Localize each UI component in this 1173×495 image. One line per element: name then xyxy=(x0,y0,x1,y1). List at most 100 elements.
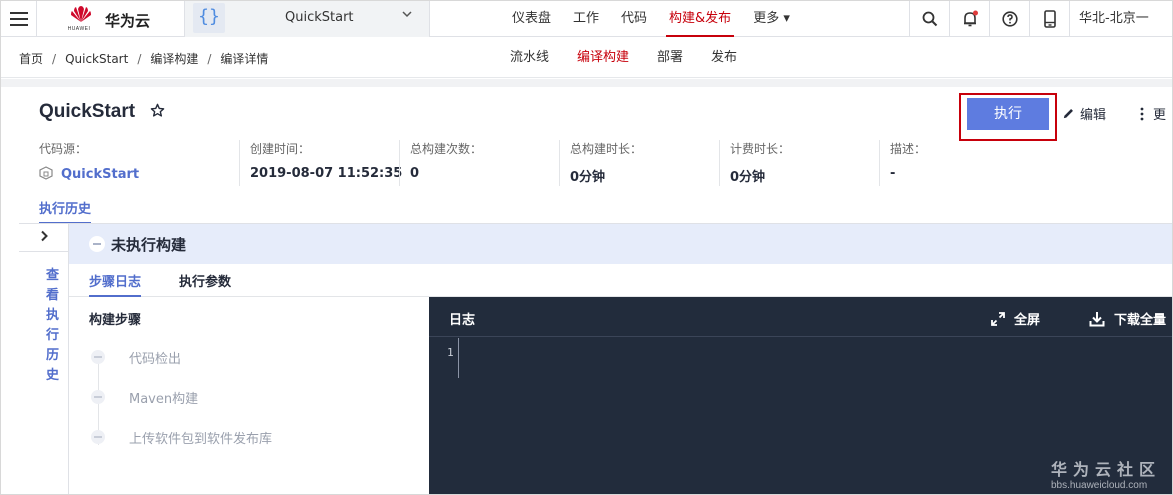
tab-step-log[interactable]: 步骤日志 xyxy=(89,271,142,297)
section-divider xyxy=(1,79,1172,87)
breadcrumb-project[interactable]: QuickStart xyxy=(65,52,128,66)
project-selector[interactable]: {} QuickStart xyxy=(184,1,430,37)
tab-release[interactable]: 发布 xyxy=(697,38,751,78)
region-selector[interactable]: 华北-北京一 xyxy=(1069,1,1172,37)
build-steps-panel: 构建步骤 代码检出 Maven构建 上传软件包到软件发布库 xyxy=(69,297,429,494)
breadcrumb-separator: / xyxy=(207,52,212,66)
build-status-title: 未执行构建 xyxy=(111,236,187,254)
download-icon xyxy=(1089,312,1105,327)
bell-icon[interactable] xyxy=(949,1,989,37)
tab-compile-build[interactable]: 编译构建 xyxy=(563,38,643,78)
menu-icon[interactable] xyxy=(1,1,37,37)
step-pending-icon xyxy=(91,390,105,404)
fullscreen-button[interactable]: 全屏 xyxy=(991,309,1040,328)
nav-code[interactable]: 代码 xyxy=(610,1,658,37)
meta-label: 总构建次数： xyxy=(410,142,483,156)
view-history-link[interactable]: 查看执行历史 xyxy=(46,266,60,386)
watermark-url: bbs.huaweicloud.com xyxy=(1051,480,1148,491)
mobile-icon[interactable] xyxy=(1029,1,1069,37)
app-frame: HUAWEI 华为云 {} QuickStart 仪表盘 工作 代码 构建&发布… xyxy=(0,0,1173,495)
watermark: 华为云社区 bbs.huaweicloud.com xyxy=(1051,456,1161,491)
meta-description: 描述： - xyxy=(879,140,1029,186)
tab-pipeline[interactable]: 流水线 xyxy=(496,38,563,78)
step-name: 上传软件包到软件发布库 xyxy=(129,432,273,447)
sub-tabs: 流水线 编译构建 部署 发布 xyxy=(496,38,751,78)
log-title: 日志 xyxy=(449,313,476,328)
chevron-right-icon xyxy=(40,230,48,242)
meta-label: 计费时长： xyxy=(730,142,791,156)
breadcrumb-current: 编译详情 xyxy=(220,52,269,66)
build-detail-area: 查看执行历史 未执行构建 步骤日志 执行参数 构建步骤 代码检出 Maven构建… xyxy=(19,223,1172,494)
expand-history-button[interactable] xyxy=(19,224,68,252)
breadcrumb-separator: / xyxy=(52,52,57,66)
fullscreen-label: 全屏 xyxy=(1014,313,1041,328)
meta-value: - xyxy=(890,166,896,181)
meta-label: 代码源： xyxy=(39,142,88,156)
main-nav: 仪表盘 工作 代码 构建&发布 更多 ▾ xyxy=(501,1,801,37)
meta-billing-duration: 计费时长： 0分钟 xyxy=(719,140,869,186)
log-header: 日志 全屏 下载全量 xyxy=(429,297,1172,337)
nav-work[interactable]: 工作 xyxy=(562,1,610,37)
nav-build-release[interactable]: 构建&发布 xyxy=(658,1,742,37)
status-pending-icon xyxy=(89,236,105,252)
pencil-icon xyxy=(1063,109,1073,119)
step-name: 代码检出 xyxy=(129,352,182,367)
meta-value: 0 xyxy=(410,166,420,181)
code-source-link[interactable]: QuickStart xyxy=(39,166,229,182)
run-button[interactable]: 执行 xyxy=(967,98,1049,130)
edit-label: 编辑 xyxy=(1080,108,1107,123)
meta-value: 2019-08-07 11:52:35 xyxy=(250,166,403,181)
repo-icon xyxy=(39,166,53,180)
code-braces-icon: {} xyxy=(193,3,225,33)
build-content: 未执行构建 步骤日志 执行参数 构建步骤 代码检出 Maven构建 上传软件包到… xyxy=(69,224,1172,494)
sub-navbar: 首页 / QuickStart / 编译构建 / 编译详情 流水线 编译构建 部署 发布 xyxy=(1,38,1172,78)
breadcrumb-home[interactable]: 首页 xyxy=(19,52,43,66)
fullscreen-icon xyxy=(991,312,1005,326)
more-vertical-icon xyxy=(1140,107,1144,121)
build-tabs: 步骤日志 执行参数 xyxy=(69,264,1172,297)
nav-dashboard[interactable]: 仪表盘 xyxy=(501,1,562,37)
breadcrumb-build[interactable]: 编译构建 xyxy=(150,52,198,66)
breadcrumb: 首页 / QuickStart / 编译构建 / 编译详情 xyxy=(19,50,268,67)
download-log-button[interactable]: 下载全量 xyxy=(1089,309,1166,328)
step-pending-icon xyxy=(91,350,105,364)
meta-label: 总构建时长： xyxy=(570,142,643,156)
log-gutter xyxy=(429,338,459,378)
project-name: QuickStart xyxy=(285,10,354,25)
step-name: Maven构建 xyxy=(129,392,199,407)
code-source-value: QuickStart xyxy=(61,167,140,182)
more-actions-button[interactable]: 更 xyxy=(1139,104,1166,123)
watermark-title: 华为云社区 xyxy=(1051,460,1162,479)
tab-execution-history[interactable]: 执行历史 xyxy=(39,198,92,224)
top-navbar: HUAWEI 华为云 {} QuickStart 仪表盘 工作 代码 构建&发布… xyxy=(1,1,1172,37)
star-icon[interactable] xyxy=(150,103,165,123)
tab-deploy[interactable]: 部署 xyxy=(643,38,697,78)
steps-title: 构建步骤 xyxy=(89,313,142,328)
chevron-down-icon xyxy=(402,9,412,22)
meta-total-duration: 总构建时长： 0分钟 xyxy=(559,140,709,186)
log-line-number: 1 xyxy=(447,346,454,359)
more-label: 更 xyxy=(1153,108,1167,123)
help-icon[interactable] xyxy=(989,1,1029,37)
brand-name: 华为云 xyxy=(105,12,151,30)
history-side-panel: 查看执行历史 xyxy=(19,224,69,494)
step-pending-icon xyxy=(91,430,105,444)
meta-label: 创建时间： xyxy=(250,142,311,156)
meta-value: 0分钟 xyxy=(730,170,766,185)
tab-execution-params[interactable]: 执行参数 xyxy=(179,271,231,295)
huawei-logo-icon xyxy=(71,6,91,22)
download-label: 下载全量 xyxy=(1114,313,1167,328)
breadcrumb-separator: / xyxy=(137,52,142,66)
logo-subtext: HUAWEI xyxy=(67,26,91,32)
meta-value: 0分钟 xyxy=(570,170,606,185)
search-icon[interactable] xyxy=(909,1,949,37)
meta-label: 描述： xyxy=(890,142,927,156)
edit-button[interactable]: 编辑 xyxy=(1062,104,1106,123)
meta-created-time: 创建时间： 2019-08-07 11:52:35 xyxy=(239,140,403,186)
meta-total-builds: 总构建次数： 0 xyxy=(399,140,549,186)
meta-code-source: 代码源： QuickStart xyxy=(39,140,229,186)
huawei-logo[interactable]: HUAWEI xyxy=(61,5,101,33)
nav-more[interactable]: 更多 ▾ xyxy=(742,1,801,37)
build-status-bar: 未执行构建 xyxy=(69,224,1172,264)
page-title: QuickStart xyxy=(39,101,136,122)
